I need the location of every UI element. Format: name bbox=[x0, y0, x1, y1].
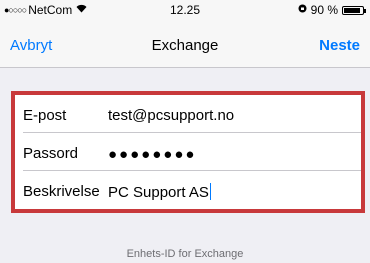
rotation-lock-icon bbox=[298, 4, 307, 16]
description-row[interactable]: Beskrivelse PC Support AS bbox=[15, 171, 361, 209]
navigation-bar: Avbryt Exchange Neste bbox=[0, 20, 370, 68]
description-field[interactable]: PC Support AS bbox=[108, 183, 211, 201]
description-label: Beskrivelse bbox=[23, 183, 100, 200]
battery-percentage: 90 % bbox=[310, 3, 338, 17]
password-field[interactable]: ●●●●●●●● bbox=[108, 146, 196, 163]
status-bar: ●○○○○ NetCom 12.25 90 % bbox=[0, 0, 370, 20]
email-row[interactable]: E-post test@pcsupport.no bbox=[15, 95, 361, 133]
section-footer: Enhets-ID for Exchange bbox=[126, 248, 244, 260]
battery-icon bbox=[342, 5, 366, 15]
battery-level-fill bbox=[344, 7, 360, 13]
email-label: E-post bbox=[23, 107, 67, 124]
password-row[interactable]: Passord ●●●●●●●● bbox=[15, 133, 361, 171]
password-label: Passord bbox=[23, 145, 79, 162]
account-form: E-post test@pcsupport.no Passord ●●●●●●●… bbox=[11, 91, 365, 213]
text-cursor bbox=[209, 183, 211, 200]
status-bar-right: 90 % bbox=[298, 3, 366, 17]
email-field[interactable]: test@pcsupport.no bbox=[108, 107, 234, 124]
next-button[interactable]: Neste bbox=[319, 37, 360, 54]
description-value: PC Support AS bbox=[108, 184, 209, 201]
page-title: Exchange bbox=[151, 37, 219, 54]
